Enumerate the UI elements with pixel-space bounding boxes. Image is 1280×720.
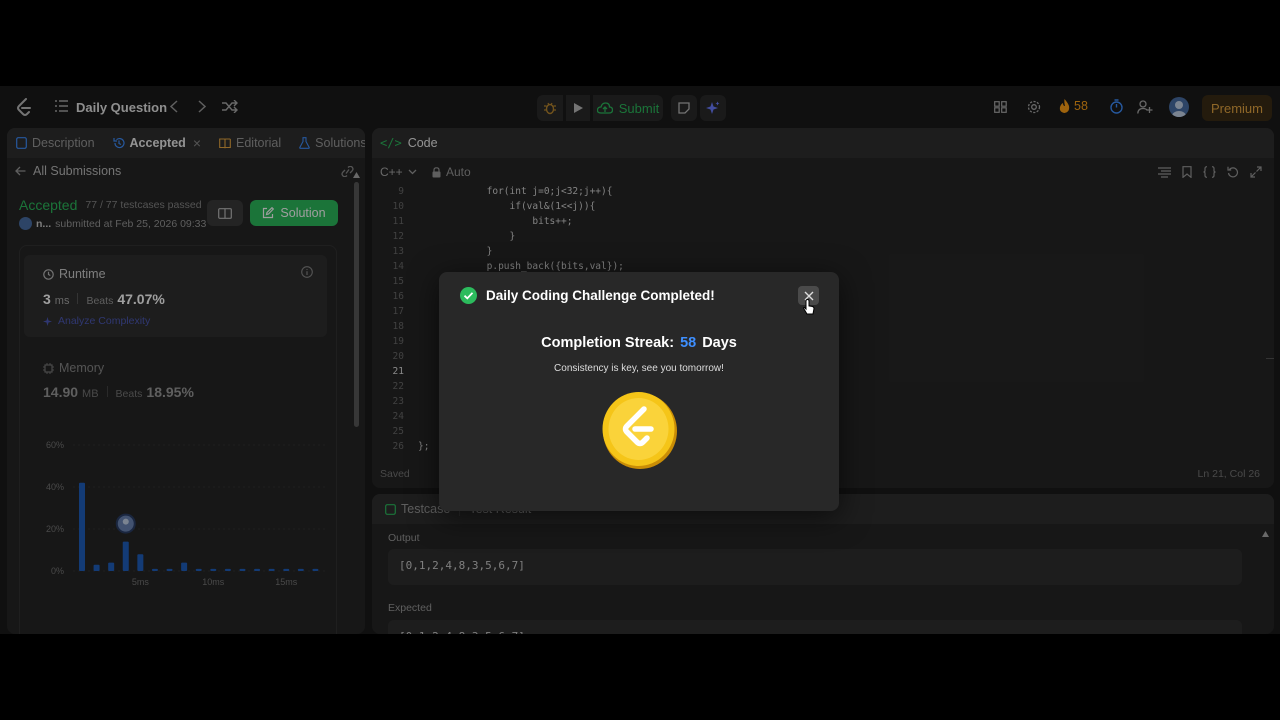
streak-unit: Days — [702, 335, 737, 351]
daily-challenge-modal: Daily Coding Challenge Completed! Comple… — [439, 272, 839, 511]
streak-value: 58 — [680, 335, 697, 351]
leetcode-window: Daily Question Submit 58 Premium Descrip… — [0, 86, 1280, 634]
streak-label: Completion Streak: — [541, 335, 675, 351]
modal-title: Daily Coding Challenge Completed! — [486, 288, 715, 303]
check-circle-icon — [460, 287, 477, 304]
leetcode-coin-icon — [602, 392, 677, 469]
streak-row: Completion Streak: 58 Days — [439, 335, 839, 351]
modal-header: Daily Coding Challenge Completed! — [460, 287, 715, 304]
modal-subtitle: Consistency is key, see you tomorrow! — [554, 363, 724, 374]
mouse-cursor-icon — [803, 299, 815, 315]
